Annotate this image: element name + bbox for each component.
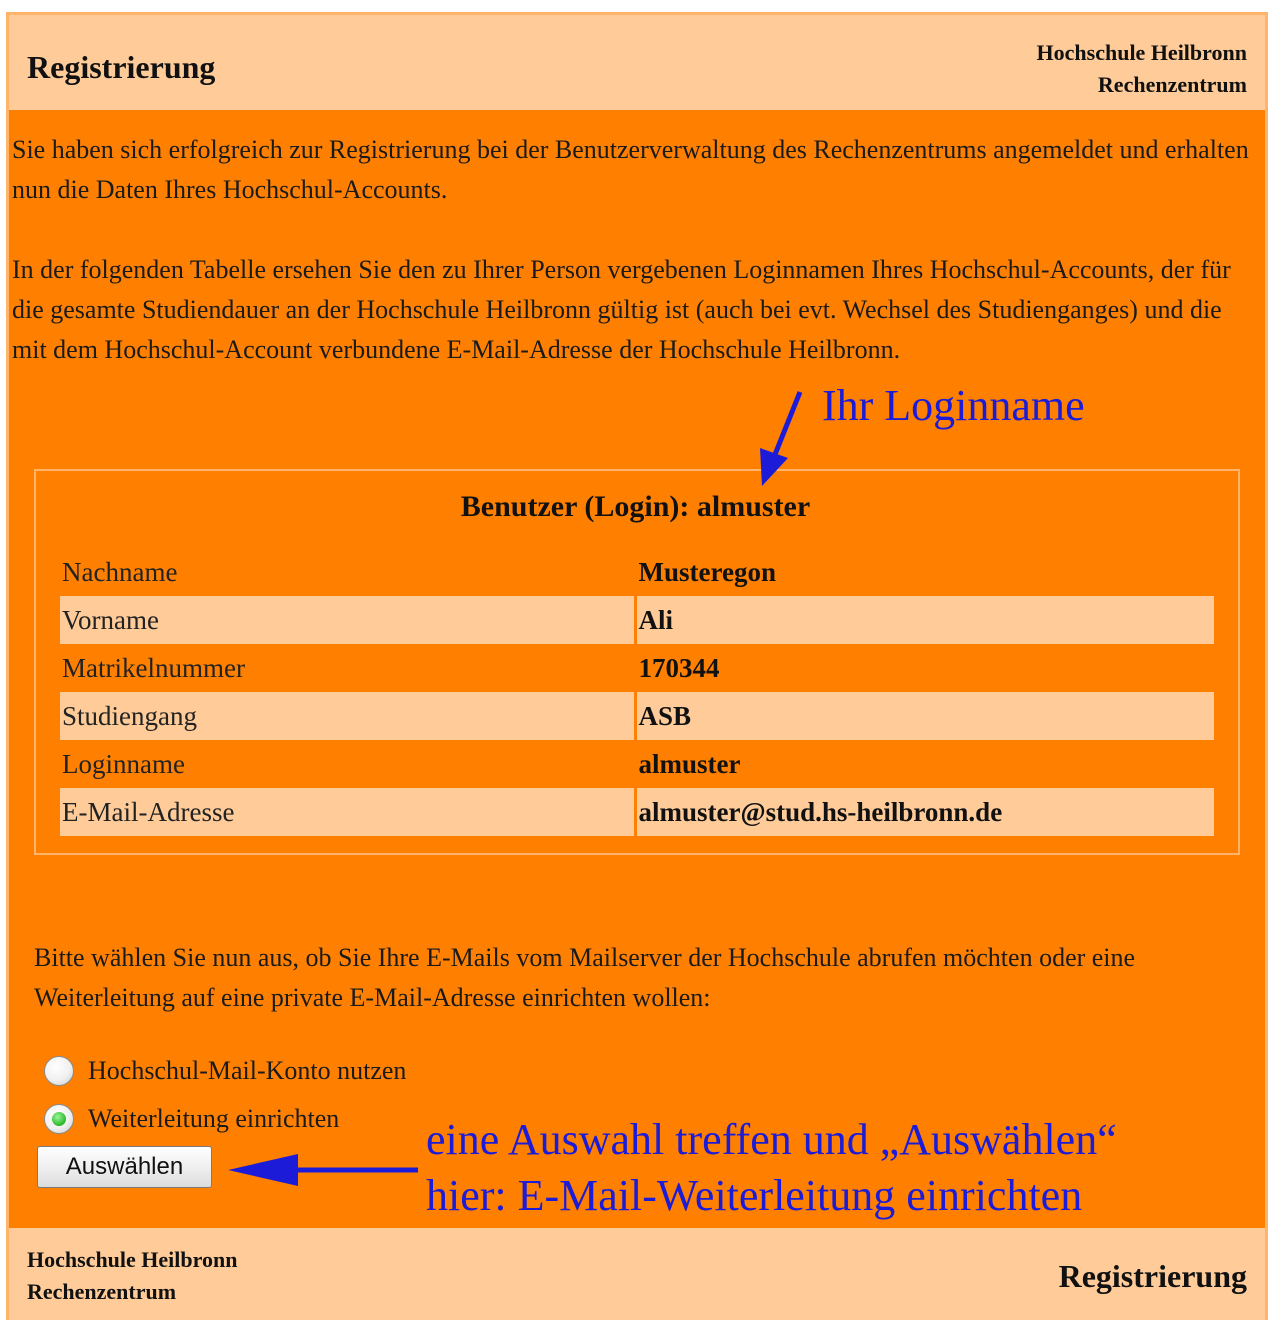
footer-title: Registrierung xyxy=(1058,1258,1247,1294)
login-arrow-icon xyxy=(760,391,803,486)
page-footer: Hochschule Heilbronn Rechenzentrum Regis… xyxy=(9,1228,1265,1320)
annotation-arrows xyxy=(228,391,803,1186)
footer-org-line2: Rechenzentrum xyxy=(27,1279,177,1304)
button-arrow-icon xyxy=(228,1154,418,1186)
footer-organization: Hochschule Heilbronn Rechenzentrum xyxy=(27,1244,237,1308)
footer-org-line1: Hochschule Heilbronn xyxy=(27,1247,238,1272)
